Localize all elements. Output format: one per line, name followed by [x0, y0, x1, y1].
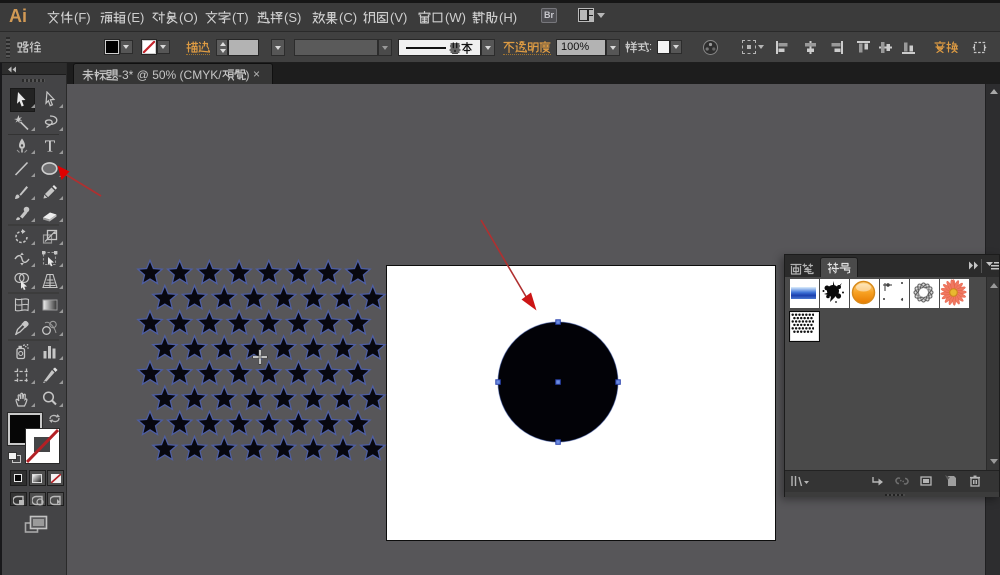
svg-text:T: T	[45, 137, 56, 155]
